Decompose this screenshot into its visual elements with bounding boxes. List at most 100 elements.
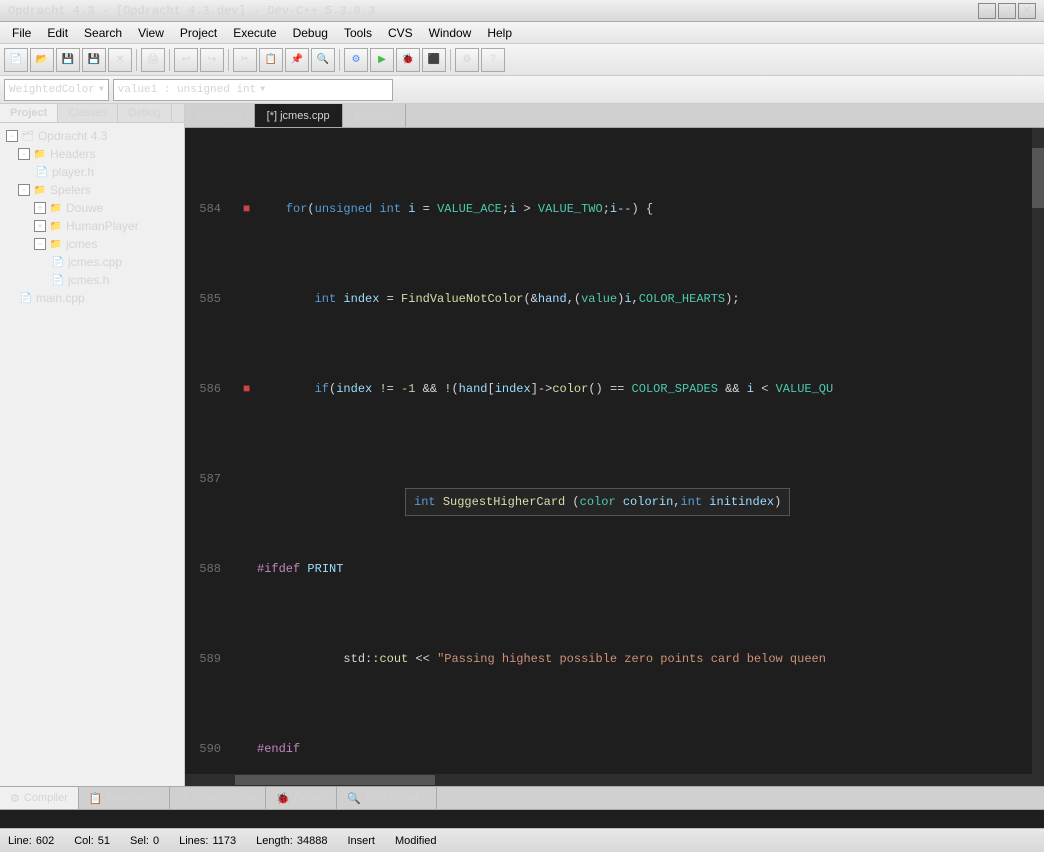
scope-dropdown[interactable]: WeightedColor ▼: [4, 79, 109, 101]
tree-maincpp[interactable]: 📄 main.cpp: [2, 289, 182, 307]
code-content[interactable]: 584 ■ for(unsigned int i = VALUE_ACE;i >…: [185, 128, 1044, 774]
tree-headers[interactable]: − 📁 Headers: [2, 145, 182, 163]
menu-tools[interactable]: Tools: [336, 24, 380, 42]
tab-compiler[interactable]: ⚙ Compiler: [0, 787, 79, 809]
debug-button[interactable]: 🐞: [396, 48, 420, 72]
undo-button[interactable]: ↩: [174, 48, 198, 72]
project-tree: − 🗂 Opdracht 4.3 − 📁 Headers 📄 player.h …: [0, 123, 184, 779]
vertical-scrollbar[interactable]: [1032, 128, 1044, 774]
bottom-tabs: ⚙ Compiler 📋 Resources ✔ Compile Log 🐞 D…: [0, 786, 1044, 810]
status-sel: Sel: 0: [130, 835, 159, 847]
tree-humanplayer-label: HumanPlayer: [66, 219, 139, 233]
menu-project[interactable]: Project: [172, 24, 225, 42]
folder-icon-spelers: 📁: [32, 182, 48, 198]
print-button[interactable]: 🖨: [141, 48, 165, 72]
tab-debug[interactable]: Debug: [118, 104, 171, 122]
sep5: [450, 49, 451, 71]
tree-humanplayer[interactable]: + 📁 HumanPlayer: [2, 217, 182, 235]
menu-edit[interactable]: Edit: [39, 24, 76, 42]
modified-val: Modified: [395, 835, 437, 847]
code-scroll[interactable]: 584 ■ for(unsigned int i = VALUE_ACE;i >…: [185, 128, 1044, 774]
sep1: [136, 49, 137, 71]
save-all-button[interactable]: 💾: [82, 48, 106, 72]
help-button2[interactable]: ?: [481, 48, 505, 72]
menu-debug[interactable]: Debug: [285, 24, 336, 42]
close-button[interactable]: ✕: [1018, 3, 1036, 19]
settings-button[interactable]: ⚙: [455, 48, 479, 72]
bp-584: ■: [243, 202, 250, 216]
tab-maincpp[interactable]: main.cpp: [185, 104, 255, 127]
new-button[interactable]: 📄: [4, 48, 28, 72]
tab-resources[interactable]: 📋 Resources: [79, 787, 170, 809]
editor-area: main.cpp [*] jcmes.cpp jcmes.h 584 ■ for…: [185, 104, 1044, 786]
variable-dropdown[interactable]: value1 : unsigned int ▼: [113, 79, 393, 101]
redo-button[interactable]: ↪: [200, 48, 224, 72]
minimize-button[interactable]: −: [978, 3, 996, 19]
h-scrollbar-thumb[interactable]: [235, 775, 435, 785]
status-mode: Insert: [347, 835, 375, 847]
tab-jcmesh[interactable]: jcmes.h: [343, 104, 406, 127]
stop-button[interactable]: ⬛: [422, 48, 446, 72]
status-bar: Line: 602 Col: 51 Sel: 0 Lines: 1173 Len…: [0, 828, 1044, 852]
tree-playerh-label: player.h: [52, 165, 94, 179]
tree-jcmes[interactable]: − 📁 jcmes: [2, 235, 182, 253]
line-584: 584 ■ for(unsigned int i = VALUE_ACE;i >…: [193, 200, 1036, 218]
menu-execute[interactable]: Execute: [225, 24, 284, 42]
tab-jcmescpp[interactable]: [*] jcmes.cpp: [255, 104, 343, 127]
copy-button[interactable]: 📋: [259, 48, 283, 72]
scrollbar-thumb[interactable]: [1032, 148, 1044, 208]
sel-label: Sel:: [130, 835, 149, 847]
bottom-panel: [0, 810, 1044, 828]
tree-playerh[interactable]: 📄 player.h: [2, 163, 182, 181]
length-label: Length:: [256, 835, 293, 847]
code-editor: 584 ■ for(unsigned int i = VALUE_ACE;i >…: [185, 128, 1044, 786]
editor-tabs: main.cpp [*] jcmes.cpp jcmes.h: [185, 104, 1044, 128]
tree-jcmesh[interactable]: 📄 jcmes.h: [2, 271, 182, 289]
menu-help[interactable]: Help: [479, 24, 520, 42]
menu-file[interactable]: File: [4, 24, 39, 42]
tab-findresults[interactable]: 🔍 Find Results: [337, 787, 437, 809]
toolbar2: WeightedColor ▼ value1 : unsigned int ▼: [0, 76, 1044, 104]
folder-icon-humanplayer: 📁: [48, 218, 64, 234]
tab-project[interactable]: Project: [0, 104, 58, 122]
expand-spelers[interactable]: −: [18, 184, 30, 196]
tab-debug-bottom[interactable]: 🐞 Debug: [266, 787, 337, 809]
line-587: 587: [193, 470, 1036, 488]
folder-icon-douwe: 📁: [48, 200, 64, 216]
expand-headers[interactable]: −: [18, 148, 30, 160]
find-button[interactable]: 🔍: [311, 48, 335, 72]
menu-window[interactable]: Window: [421, 24, 480, 42]
maximize-button[interactable]: □: [998, 3, 1016, 19]
close-button2[interactable]: ✕: [108, 48, 132, 72]
menu-cvs[interactable]: CVS: [380, 24, 421, 42]
tree-spelers[interactable]: − 📁 Spelers: [2, 181, 182, 199]
file-icon-jcmesh: 📄: [50, 272, 66, 288]
save-button[interactable]: 💾: [56, 48, 80, 72]
scope-dropdown-arrow: ▼: [99, 85, 104, 94]
compile-button[interactable]: ⚙: [344, 48, 368, 72]
tab-compilelog[interactable]: ✔ Compile Log: [170, 787, 266, 809]
cut-button[interactable]: ✂: [233, 48, 257, 72]
menu-view[interactable]: View: [130, 24, 172, 42]
expand-humanplayer[interactable]: +: [34, 220, 46, 232]
mode-val: Insert: [347, 835, 375, 847]
menu-search[interactable]: Search: [76, 24, 130, 42]
tree-maincpp-label: main.cpp: [36, 291, 85, 305]
tab-classes[interactable]: Classes: [58, 104, 118, 122]
tree-root[interactable]: − 🗂 Opdracht 4.3: [2, 127, 182, 145]
tree-spelers-label: Spelers: [50, 183, 91, 197]
title-bar: Opdracht 4.3 - [Opdracht 4.3.dev] - Dev-…: [0, 0, 1044, 22]
run-button[interactable]: ▶: [370, 48, 394, 72]
tree-jcmescpp[interactable]: 📄 jcmes.cpp: [2, 253, 182, 271]
horizontal-scrollbar[interactable]: [185, 774, 1044, 786]
file-icon-maincpp: 📄: [18, 290, 34, 306]
tree-douwe[interactable]: + 📁 Douwe: [2, 199, 182, 217]
lines-val: 1173: [212, 835, 236, 847]
sep3: [228, 49, 229, 71]
status-length: Length: 34888: [256, 835, 327, 847]
expand-douwe[interactable]: +: [34, 202, 46, 214]
open-button[interactable]: 📂: [30, 48, 54, 72]
paste-button[interactable]: 📌: [285, 48, 309, 72]
expand-jcmes[interactable]: −: [34, 238, 46, 250]
expand-root[interactable]: −: [6, 130, 18, 142]
